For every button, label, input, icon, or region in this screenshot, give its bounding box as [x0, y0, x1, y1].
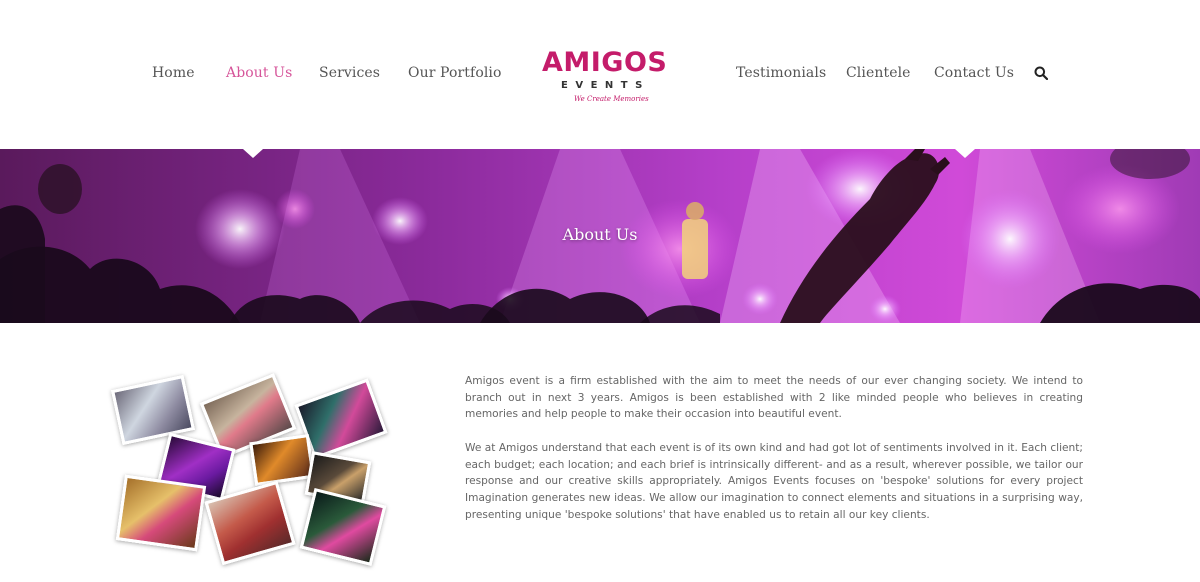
logo-events-text: EVENTS: [561, 80, 650, 91]
logo-tagline: We Create Memories: [574, 95, 649, 103]
site-logo[interactable]: AMIGOS EVENTS We Create Memories: [538, 42, 672, 108]
page-banner: About Us: [0, 149, 1200, 323]
search-icon[interactable]: [1034, 66, 1048, 80]
event-photo-collage: [110, 372, 388, 578]
collage-photo: [249, 434, 315, 486]
site-header: Home About Us Services Our Portfolio AMI…: [0, 0, 1200, 149]
nav-our-portfolio[interactable]: Our Portfolio: [408, 65, 502, 81]
about-description: Amigos event is a firm established with …: [465, 373, 1083, 540]
nav-active-indicator: [243, 149, 263, 158]
nav-services[interactable]: Services: [319, 65, 380, 81]
logo-wordmark: AMIGOS: [542, 47, 668, 78]
banner-notch-right: [955, 149, 975, 158]
nav-home[interactable]: Home: [152, 65, 195, 81]
collage-photo: [299, 487, 387, 567]
about-paragraph: We at Amigos understand that each event …: [465, 441, 1083, 521]
nav-clientele[interactable]: Clientele: [846, 65, 911, 81]
collage-photo: [110, 374, 196, 446]
page-title: About Us: [562, 225, 638, 244]
nav-testimonials[interactable]: Testimonials: [736, 65, 826, 81]
about-paragraph: Amigos event is a firm established with …: [465, 375, 1083, 421]
collage-photo: [115, 474, 207, 552]
nav-about-us[interactable]: About Us: [226, 65, 292, 81]
nav-contact-us[interactable]: Contact Us: [934, 65, 1014, 81]
